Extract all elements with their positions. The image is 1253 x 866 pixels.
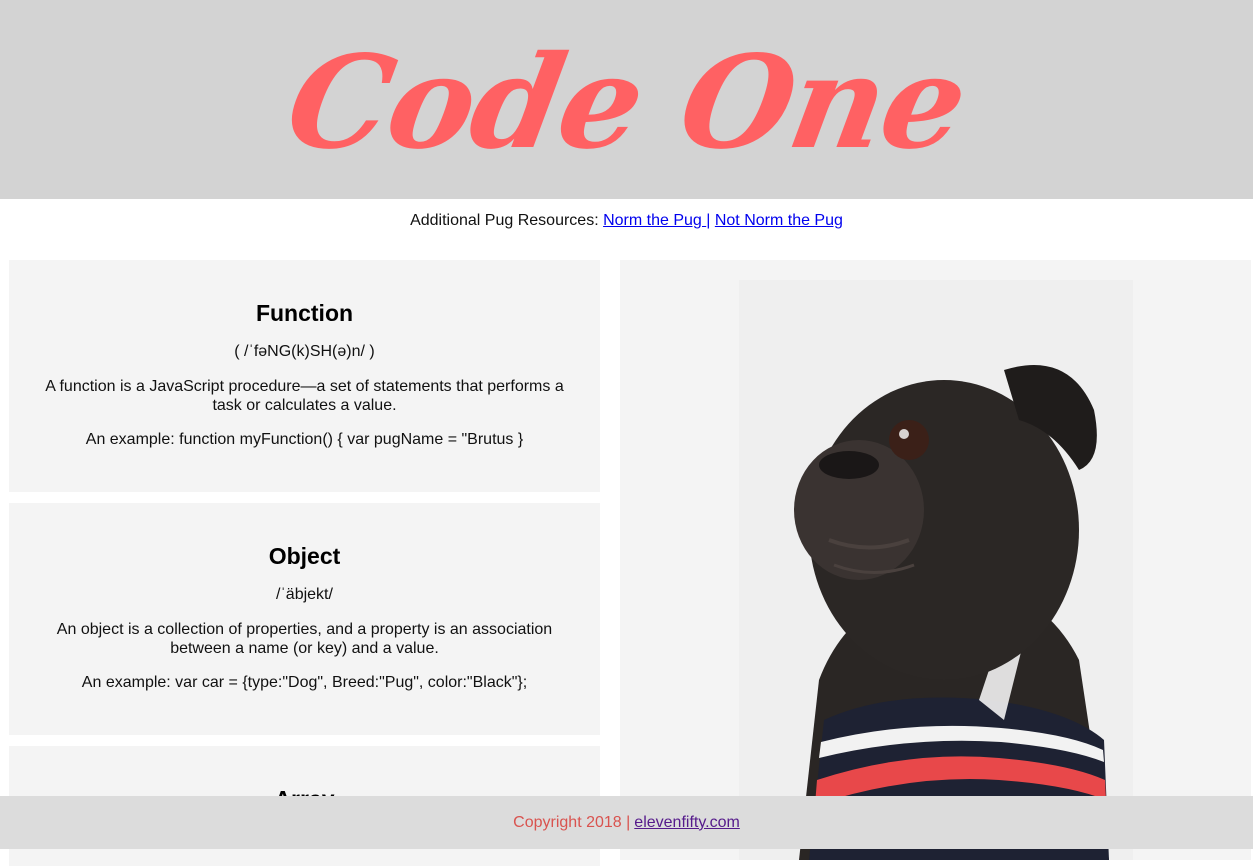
footer: Copyright 2018 | elevenfifty.com — [0, 796, 1253, 849]
resources-bar: Additional Pug Resources: Norm the Pug |… — [0, 212, 1253, 230]
card-function: Function ( /ˈfəNG(k)SH(ə)n/ ) A function… — [9, 260, 600, 492]
elevenfifty-link[interactable]: elevenfifty.com — [634, 814, 740, 832]
site-logo: Code One — [276, 27, 977, 178]
norm-the-pug-link[interactable]: Norm the Pug — [603, 212, 706, 229]
resources-label: Additional Pug Resources: — [410, 212, 604, 229]
pug-illustration — [739, 280, 1133, 860]
card-object: Object /ˈäbjekt/ An object is a collecti… — [9, 503, 600, 735]
card-description: An object is a collection of properties,… — [56, 621, 553, 657]
not-norm-the-pug-link[interactable]: Not Norm the Pug — [715, 212, 843, 229]
photo-panel — [620, 260, 1251, 860]
header: Code One — [0, 0, 1253, 199]
pug-photo — [739, 280, 1133, 860]
card-title: Function — [255, 300, 354, 326]
copyright-text: Copyright 2018 | — [513, 813, 631, 831]
resources-separator: | — [706, 212, 711, 229]
card-pronunciation: /ˈäbjekt/ — [276, 586, 333, 603]
card-title: Object — [268, 543, 341, 569]
card-description: A function is a JavaScript procedure—a s… — [45, 378, 564, 414]
card-pronunciation: ( /ˈfəNG(k)SH(ə)n/ ) — [234, 343, 375, 360]
card-example: An example: function myFunction() { var … — [85, 431, 524, 448]
card-example: An example: var car = {type:"Dog", Breed… — [81, 674, 528, 691]
